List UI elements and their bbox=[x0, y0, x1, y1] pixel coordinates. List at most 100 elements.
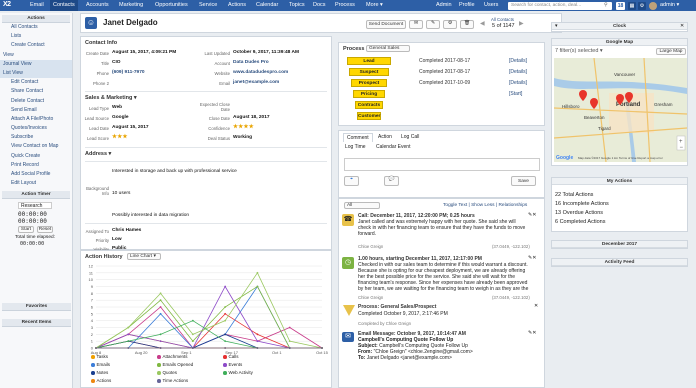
activity-feed-title[interactable]: Activity Feed bbox=[552, 259, 687, 266]
sidebar-item[interactable]: Quick Create bbox=[0, 152, 72, 161]
map-widget-title[interactable]: Google Map bbox=[552, 39, 687, 46]
settings-icon[interactable]: ⚙ bbox=[638, 1, 646, 10]
all-contacts-link[interactable]: All Contacts bbox=[491, 17, 514, 22]
history-filter-select[interactable]: All bbox=[344, 202, 380, 209]
calendar-icon[interactable]: ▦ bbox=[628, 1, 636, 10]
delete-icon[interactable]: 🗑 bbox=[460, 20, 474, 29]
legend-item[interactable]: Quotes bbox=[157, 370, 177, 375]
sidebar-item[interactable]: Quotes/Invoices bbox=[0, 124, 72, 133]
my-actions-title[interactable]: My Actions bbox=[552, 178, 687, 185]
prev-record-icon[interactable]: ◀ bbox=[480, 20, 485, 27]
nav-admin[interactable]: Admin bbox=[436, 2, 452, 8]
email-icon[interactable]: ✉ bbox=[409, 20, 423, 29]
nav-marketing[interactable]: Marketing bbox=[119, 2, 143, 8]
gear-icon[interactable]: ⚙ bbox=[443, 20, 457, 29]
sidebar-item[interactable]: Edit Contact bbox=[0, 78, 72, 87]
close-icon[interactable]: ✕ bbox=[680, 23, 684, 29]
lead-score-stars[interactable]: ★★★ bbox=[112, 134, 128, 140]
large-map-button[interactable]: Large Map bbox=[656, 48, 686, 55]
user-menu[interactable]: admin ▾ bbox=[660, 2, 679, 8]
process-select[interactable]: General Sales bbox=[366, 45, 410, 52]
sidebar-item[interactable]: Subscribe bbox=[0, 133, 72, 142]
sidebar-item[interactable]: Send Email bbox=[0, 106, 72, 115]
next-record-icon[interactable]: ▶ bbox=[519, 20, 524, 27]
sidebar-item[interactable]: Share Contact bbox=[0, 87, 72, 96]
edit-icon[interactable]: ✎✕ bbox=[528, 330, 536, 336]
address-heading[interactable]: Address ▾ bbox=[85, 151, 111, 157]
stage-action-link[interactable]: [Details] bbox=[509, 58, 527, 64]
funnel-stage-lead[interactable]: Lead bbox=[347, 57, 391, 65]
funnel-stage-contracts[interactable]: Contracts bbox=[355, 101, 383, 109]
sidebar-item[interactable]: Journal View bbox=[0, 59, 72, 69]
legend-item[interactable]: Emails Opened bbox=[157, 362, 193, 367]
sales-marketing-heading[interactable]: Sales & Marketing ▾ bbox=[85, 95, 137, 101]
phone-value[interactable]: (609) 911-7970 bbox=[112, 70, 145, 75]
nav-profile[interactable]: Profile bbox=[459, 2, 475, 8]
website-value[interactable]: www.datadudespro.com bbox=[233, 70, 288, 75]
overdue-actions-link[interactable]: 13 Overdue Actions bbox=[555, 210, 603, 216]
edit-icon[interactable]: ✎ bbox=[426, 20, 440, 29]
calendar-widget-title[interactable]: December 2017 bbox=[552, 241, 687, 248]
clock-widget-title[interactable]: Clock bbox=[552, 23, 687, 30]
completed-actions-link[interactable]: 6 Completed Actions bbox=[555, 219, 605, 225]
total-actions-link[interactable]: 22 Total Actions bbox=[555, 192, 593, 198]
timer-type-select[interactable]: Research bbox=[18, 202, 52, 210]
chart-type-select[interactable]: Line Chart ▾ bbox=[127, 253, 161, 260]
legend-item[interactable]: Attachments bbox=[157, 354, 188, 359]
sidebar-item[interactable]: Create Contact bbox=[0, 41, 72, 50]
minimize-icon[interactable]: ▾ bbox=[555, 23, 558, 29]
tab-log-time[interactable]: Log Time bbox=[345, 144, 366, 150]
nav-calendar[interactable]: Calendar bbox=[256, 2, 278, 8]
email-value[interactable]: janet@example.com bbox=[233, 80, 279, 85]
sidebar-item[interactable]: Add Social Profile bbox=[0, 170, 72, 179]
nav-contacts[interactable]: Contacts bbox=[50, 0, 78, 11]
close-icon[interactable]: ✕ bbox=[534, 303, 538, 309]
nav-docs[interactable]: Docs bbox=[313, 2, 326, 8]
x2-logo[interactable]: X2 bbox=[3, 1, 21, 10]
nav-email[interactable]: Email bbox=[30, 2, 44, 8]
sidebar-item[interactable]: Delete Contact bbox=[0, 97, 72, 106]
timer-reset-button[interactable]: Reset bbox=[37, 226, 53, 234]
sidebar-item[interactable]: Attach A File/Photo bbox=[0, 115, 72, 124]
edit-icon[interactable]: ✎✕ bbox=[528, 212, 536, 218]
comment-textarea[interactable] bbox=[344, 158, 540, 171]
nav-topics[interactable]: Topics bbox=[289, 2, 305, 8]
funnel-stage-pricing[interactable]: Pricing bbox=[353, 90, 385, 98]
sidebar-item[interactable]: Lists bbox=[0, 32, 72, 41]
legend-item[interactable]: Web Activity bbox=[223, 370, 253, 375]
recent-items-panel-title[interactable]: Recent Items bbox=[2, 319, 71, 327]
nav-accounts[interactable]: Accounts bbox=[86, 2, 109, 8]
map-filters-select[interactable]: 7 filter(s) selected ▾ bbox=[555, 48, 603, 54]
confidence-stars[interactable]: ★★★★ bbox=[233, 124, 254, 130]
tab-log-call[interactable]: Log Call bbox=[401, 134, 419, 140]
sidebar-item[interactable]: View Contact on Map bbox=[0, 142, 72, 151]
tab-action[interactable]: Action bbox=[378, 134, 392, 140]
account-value[interactable]: Data Dudes Pro bbox=[233, 60, 269, 65]
legend-item[interactable]: Calls bbox=[223, 354, 239, 359]
sidebar-item[interactable]: All Contacts bbox=[0, 23, 72, 32]
save-button[interactable]: Save bbox=[511, 176, 536, 186]
nav-opportunities[interactable]: Opportunities bbox=[155, 2, 188, 8]
nav-service[interactable]: Service bbox=[199, 2, 217, 8]
nav-process[interactable]: Process bbox=[335, 2, 355, 8]
legend-item[interactable]: Notes bbox=[91, 370, 108, 375]
search-icon[interactable]: ⚲ bbox=[604, 2, 608, 8]
notification-count[interactable]: 18 bbox=[616, 1, 625, 10]
funnel-stage-prospect[interactable]: Prospect bbox=[351, 79, 387, 87]
legend-item[interactable]: Tasks bbox=[91, 354, 108, 359]
history-toggle-links[interactable]: Toggle Text | Show Less | Relationships bbox=[443, 203, 527, 208]
sidebar-item[interactable]: Edit Layout bbox=[0, 179, 72, 188]
tab-comment[interactable]: Comment bbox=[343, 133, 373, 142]
nav-users[interactable]: Users bbox=[484, 2, 498, 8]
send-document-button[interactable]: Send Document bbox=[366, 20, 406, 29]
stage-action-link[interactable]: [Details] bbox=[509, 69, 527, 75]
tab-calendar-event[interactable]: Calendar Event bbox=[376, 144, 410, 150]
timer-start-button[interactable]: Start bbox=[18, 226, 34, 234]
legend-item[interactable]: Time Actions bbox=[157, 378, 188, 383]
edit-icon[interactable]: ✎✕ bbox=[528, 255, 536, 261]
target-icon[interactable]: ⌖ bbox=[344, 176, 359, 186]
legend-item[interactable]: Events bbox=[223, 362, 242, 367]
chat-icon[interactable]: 💬 bbox=[384, 176, 399, 186]
nav-actions[interactable]: Actions bbox=[228, 2, 246, 8]
funnel-stage-customer[interactable]: Customer bbox=[357, 112, 381, 120]
